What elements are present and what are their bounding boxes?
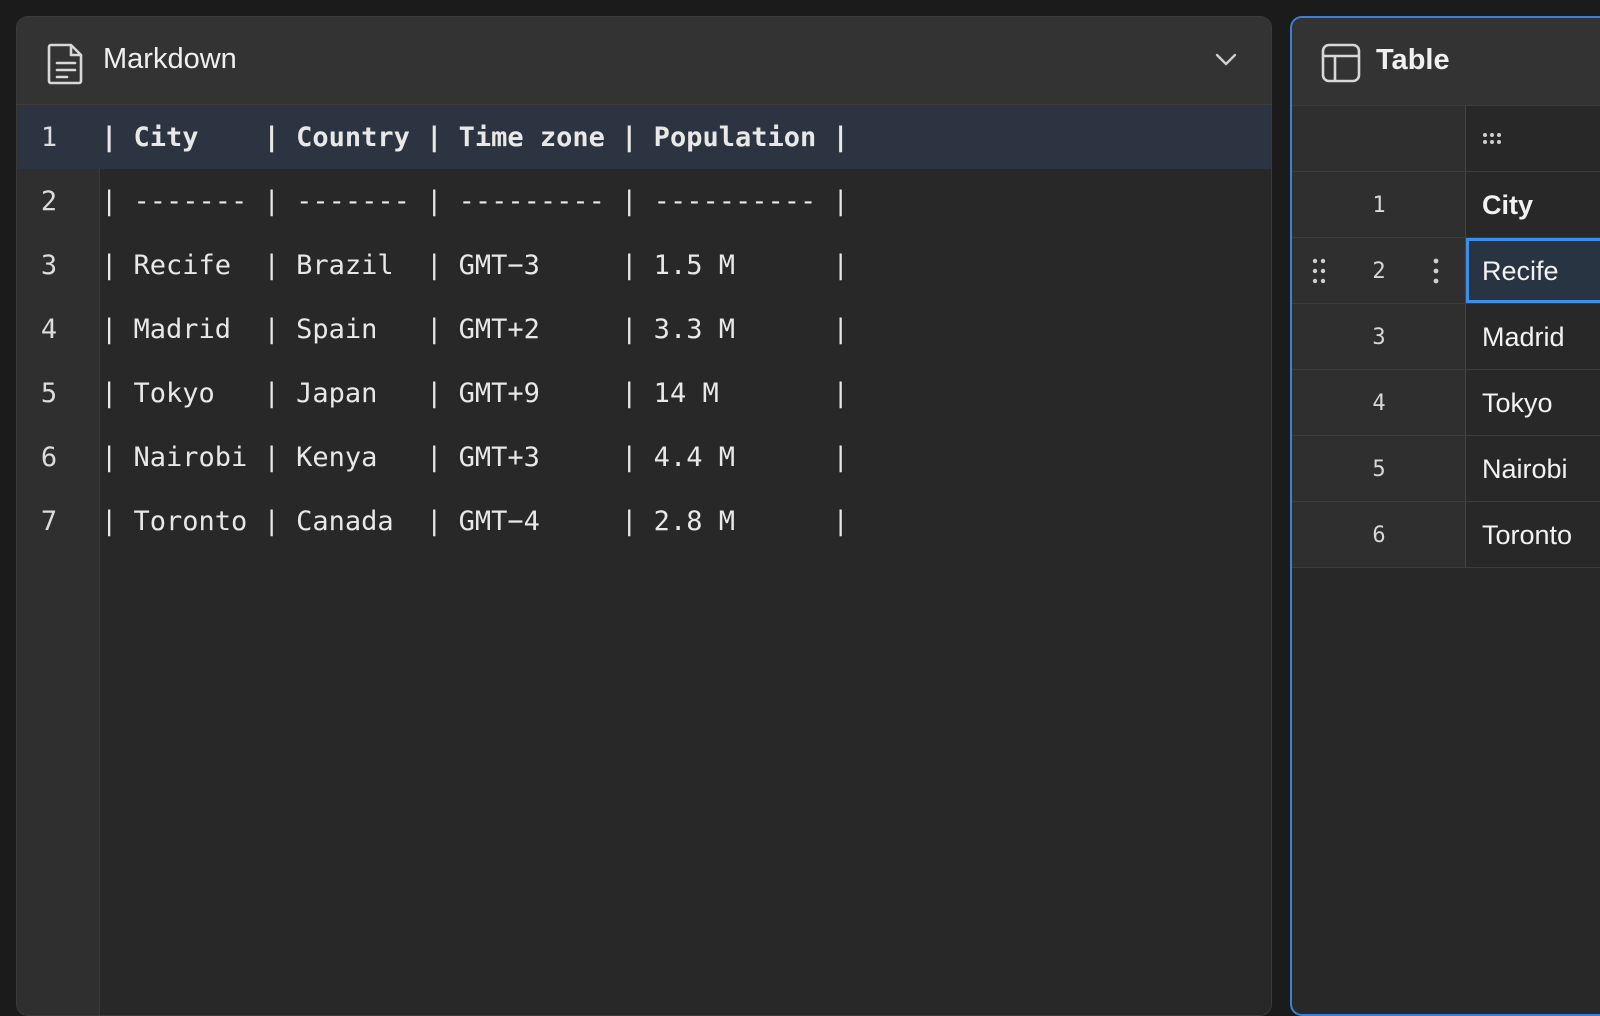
line-number: 3 [40,250,58,281]
markdown-panel-header: Markdown [17,17,1271,105]
line-text[interactable]: | Toronto | Canada | GMT−4 | 2.8 M | [101,506,849,537]
column-handle-icon[interactable] [1482,132,1506,146]
editor-line[interactable]: 6 | Nairobi | Kenya | GMT+3 | 4.4 M | [17,425,1271,489]
row-header[interactable]: 1 [1292,172,1466,237]
table-row[interactable]: 5 Nairobi [1292,436,1600,502]
row-number: 4 [1372,391,1386,416]
table-row[interactable]: 1 City [1292,172,1600,238]
editor-line[interactable]: 7 | Toronto | Canada | GMT−4 | 2.8 M | [17,489,1271,553]
row-header[interactable]: 6 [1292,502,1466,567]
column-header-row [1292,106,1600,172]
line-text[interactable]: | ------- | ------- | --------- | ------… [101,186,849,217]
table-cell[interactable]: City [1466,172,1600,237]
table-row[interactable]: 2 Recife [1292,238,1600,304]
row-number: 3 [1372,325,1386,350]
table-cell[interactable]: Nairobi [1466,436,1600,501]
table-cell[interactable]: Tokyo [1466,370,1600,435]
row-header[interactable]: 3 [1292,304,1466,369]
line-number: 1 [40,122,58,153]
chevron-down-icon[interactable] [1215,53,1237,67]
editor-line[interactable]: 3 | Recife | Brazil | GMT−3 | 1.5 M | [17,233,1271,297]
table-row[interactable]: 4 Tokyo [1292,370,1600,436]
table-row[interactable]: 3 Madrid [1292,304,1600,370]
markdown-panel-title: Markdown [103,43,237,75]
table-panel-header: Table [1292,18,1600,106]
table-row[interactable]: 6 Toronto [1292,502,1600,568]
row-number: 1 [1372,193,1386,218]
line-number: 5 [40,378,58,409]
table-icon [1321,43,1361,83]
table-cell-selected[interactable]: Recife [1466,238,1600,303]
row-number: 5 [1372,457,1386,482]
line-text[interactable]: | Madrid | Spain | GMT+2 | 3.3 M | [101,314,849,345]
line-text[interactable]: | Nairobi | Kenya | GMT+3 | 4.4 M | [101,442,849,473]
line-number: 4 [40,314,58,345]
table-panel-title: Table [1376,44,1450,76]
line-number: 7 [40,506,58,537]
row-number: 6 [1372,523,1386,548]
corner-cell [1292,106,1466,171]
editor-line[interactable]: 1 | City | Country | Time zone | Populat… [17,105,1271,169]
row-header[interactable]: 5 [1292,436,1466,501]
table-cell[interactable]: Toronto [1466,502,1600,567]
line-text[interactable]: | City | Country | Time zone | Populatio… [101,122,849,153]
editor-line[interactable]: 4 | Madrid | Spain | GMT+2 | 3.3 M | [17,297,1271,361]
line-text[interactable]: | Tokyo | Japan | GMT+9 | 14 M | [101,378,849,409]
row-header[interactable]: 4 [1292,370,1466,435]
line-number: 2 [40,186,58,217]
table-cell[interactable]: Madrid [1466,304,1600,369]
row-header[interactable]: 2 [1292,238,1466,303]
editor-line[interactable]: 5 | Tokyo | Japan | GMT+9 | 14 M | [17,361,1271,425]
table-panel: Table 1 City 2 Recife 3 Madrid 4 Tokyo 5… [1290,16,1600,1016]
markdown-panel: Markdown 1 | City | Country | Time zone … [16,16,1272,1016]
document-icon [47,43,83,85]
editor-line[interactable]: 2 | ------- | ------- | --------- | ----… [17,169,1271,233]
more-vertical-icon[interactable] [1432,258,1440,284]
line-number: 6 [40,442,58,473]
line-text[interactable]: | Recife | Brazil | GMT−3 | 1.5 M | [101,250,849,281]
